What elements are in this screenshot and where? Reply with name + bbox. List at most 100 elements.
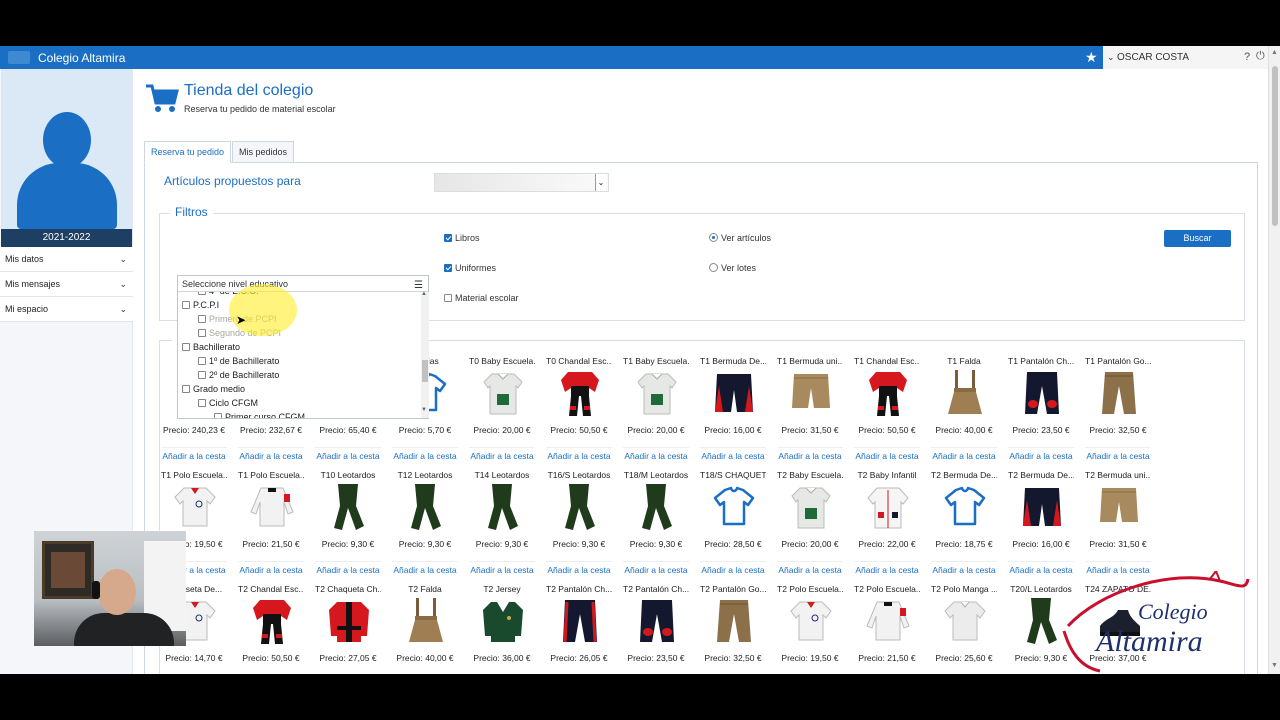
search-button[interactable]: Buscar — [1164, 230, 1231, 247]
tracksuit-icon[interactable] — [865, 368, 911, 418]
baby-smock-icon[interactable] — [480, 368, 526, 418]
scroll-down-icon[interactable]: ▼ — [1271, 662, 1278, 669]
checkbox-icon[interactable] — [198, 329, 206, 337]
tracksuit-icon[interactable] — [249, 596, 295, 646]
product-card[interactable]: T2 Bermuda De... Precio: 18,75 € Añadir a … — [931, 470, 997, 577]
page-scrollbar[interactable]: ▲ ▼ — [1268, 46, 1280, 674]
product-card[interactable]: T2 Pantalón Ch...Precio: 26,05 €Añadir a… — [546, 584, 612, 674]
product-card[interactable]: T2 Chandal Esc...Precio: 50,50 €Añadir a… — [238, 584, 304, 674]
product-card[interactable]: T2 Baby Infantil Precio: 22,00 € Añadir a … — [854, 470, 920, 577]
add-to-cart-link[interactable]: Añadir a la cesta — [315, 561, 381, 575]
user-menu[interactable]: ⌄ OSCAR COSTA ? ⏻ — [1103, 46, 1268, 69]
add-to-cart-link[interactable]: Añadir a la cesta — [238, 447, 304, 461]
khaki-shorts-icon[interactable] — [1096, 482, 1142, 532]
filter-uniformes[interactable]: Uniformes — [444, 263, 496, 273]
add-to-cart-link[interactable]: Añadir a la cesta — [931, 447, 997, 461]
add-to-cart-link[interactable]: Añadir a la cesta — [931, 561, 997, 575]
dropdown-scroll-thumb[interactable] — [422, 360, 428, 382]
product-card[interactable]: T2 Bermuda uni... Precio: 31,50 € Añadir a… — [1085, 470, 1151, 577]
radio-icon[interactable] — [709, 263, 718, 272]
khaki-pants-icon[interactable] — [711, 596, 757, 646]
level-option[interactable]: 2º de Bachillerato — [198, 370, 279, 380]
tights-icon[interactable] — [1019, 596, 1065, 646]
sport-pants-red-icon[interactable] — [557, 596, 603, 646]
level-option[interactable]: Primer curso CFGM — [214, 412, 305, 418]
jacket-icon[interactable] — [326, 596, 372, 646]
favorite-star-icon[interactable]: ★ — [1085, 49, 1098, 66]
polo-plain-icon[interactable] — [942, 596, 988, 646]
add-to-cart-link[interactable]: Añadir a la cesta — [700, 561, 766, 575]
product-card[interactable]: T1 Pantalón Ch... Precio: 23,50 € Añadir a… — [1008, 356, 1074, 463]
polo-long-icon[interactable] — [865, 596, 911, 646]
tights-icon[interactable] — [326, 482, 372, 532]
filter-material-escolar[interactable]: Material escolar — [444, 293, 519, 303]
add-to-cart-link[interactable]: Añadir a la cesta — [469, 447, 535, 461]
add-to-cart-link[interactable]: Añadir a la cesta — [623, 447, 689, 461]
checkbox-icon[interactable] — [444, 294, 452, 302]
khaki-shorts-icon[interactable] — [788, 368, 834, 418]
product-card[interactable]: T2 Pantalón Go...Precio: 32,50 €Añadir a… — [700, 584, 766, 674]
level-dropdown-header[interactable]: Seleccione nivel educativo ☰ — [178, 276, 428, 292]
sport-shorts-icon[interactable] — [711, 368, 757, 418]
student-select[interactable]: ⌄ — [434, 173, 609, 192]
add-to-cart-link[interactable]: Añadir a la cesta — [623, 561, 689, 575]
add-to-cart-link[interactable]: Añadir a la cesta — [1085, 447, 1151, 461]
add-to-cart-link[interactable]: Añadir a la cesta — [777, 447, 843, 461]
tights-icon[interactable] — [557, 482, 603, 532]
product-card[interactable]: T2 Chaqueta Ch...Precio: 27,05 €Añadir a… — [315, 584, 381, 674]
radio-ver-lotes[interactable]: Ver lotes — [709, 263, 756, 273]
checkbox-icon[interactable] — [198, 292, 206, 295]
khaki-pants-icon[interactable] — [1096, 368, 1142, 418]
tights-icon[interactable] — [480, 482, 526, 532]
checkbox-icon[interactable] — [198, 399, 206, 407]
baby-smock-icon[interactable] — [634, 368, 680, 418]
add-to-cart-link[interactable]: Añadir a la cesta — [315, 447, 381, 461]
level-option[interactable]: Grado medio — [182, 384, 245, 394]
pinafore-icon[interactable] — [942, 368, 988, 418]
sport-pants-icon[interactable] — [1019, 368, 1065, 418]
product-card[interactable]: T0 Chandal Esc... Precio: 50,50 € Añadir a… — [546, 356, 612, 463]
checkbox-icon[interactable] — [182, 343, 190, 351]
sidebar-item-mis-mensajes[interactable]: Mis mensajes ⌄ — [0, 272, 133, 297]
product-card[interactable]: T1 Bermuda uni... Precio: 31,50 € Añadir a… — [777, 356, 843, 463]
sport-pants-icon[interactable] — [634, 596, 680, 646]
tshirt-outline-icon[interactable] — [711, 482, 757, 532]
checkbox-icon[interactable] — [182, 385, 190, 393]
tights-icon[interactable] — [634, 482, 680, 532]
checkbox-icon[interactable] — [214, 413, 222, 418]
add-to-cart-link[interactable]: Añadir a la cesta — [546, 561, 612, 575]
add-to-cart-link[interactable]: Añadir a la cesta — [854, 447, 920, 461]
tshirt-outline-icon[interactable] — [942, 482, 988, 532]
add-to-cart-link[interactable]: Añadir a la cesta — [392, 447, 458, 461]
polo-white-icon[interactable] — [788, 596, 834, 646]
help-icon[interactable]: ? — [1244, 51, 1250, 63]
level-option[interactable]: 1º de Bachillerato — [198, 356, 279, 366]
sidebar-item-mis-datos[interactable]: Mis datos ⌄ — [0, 247, 133, 272]
add-to-cart-link[interactable]: Añadir a la cesta — [161, 447, 227, 461]
checkbox-icon[interactable] — [198, 371, 206, 379]
product-card[interactable]: T2 JerseyPrecio: 36,00 €Añadir a la cest… — [469, 584, 535, 674]
infant-smock-icon[interactable] — [865, 482, 911, 532]
radio-selected-icon[interactable] — [709, 233, 718, 242]
product-card[interactable]: T1 Falda Precio: 40,00 € Añadir a la cesta — [931, 356, 997, 463]
product-card[interactable]: T1 Pantalón Go... Precio: 32,50 € Añadir a… — [1085, 356, 1151, 463]
product-card[interactable]: T2 Polo Manga ...Precio: 25,60 €Añadir a… — [931, 584, 997, 674]
product-card[interactable]: T1 Chandal Esc... Precio: 50,50 € Añadir a… — [854, 356, 920, 463]
tab-mis-pedidos[interactable]: Mis pedidos — [232, 141, 295, 163]
logout-icon[interactable]: ⏻ — [1256, 50, 1265, 63]
sidebar-item-mi-espacio[interactable]: Mi espacio ⌄ — [0, 297, 133, 322]
tab-reserva-tu-pedido[interactable]: Reserva tu pedido — [144, 141, 232, 163]
level-dropdown[interactable]: Seleccione nivel educativo ☰ 4º de E.S.O… — [177, 275, 429, 419]
product-card[interactable]: T1 Baby Escuela... Precio: 20,00 € Añadir … — [623, 356, 689, 463]
add-to-cart-link[interactable]: Añadir a la cesta — [469, 561, 535, 575]
baby-smock-icon[interactable] — [788, 482, 834, 532]
checkbox-icon[interactable] — [182, 301, 190, 309]
product-card[interactable]: T2 Polo Escuela...Precio: 21,50 €Añadir … — [854, 584, 920, 674]
level-option[interactable]: Ciclo CFGM — [198, 398, 258, 408]
product-card[interactable]: T18/S CHAQUET... Precio: 28,50 € Añadir a … — [700, 470, 766, 577]
add-to-cart-link[interactable]: Añadir a la cesta — [777, 561, 843, 575]
add-to-cart-link[interactable]: Añadir a la cesta — [392, 561, 458, 575]
product-card[interactable]: T1 Polo Escuela... Precio: 21,50 € Añadir … — [238, 470, 304, 577]
scrollbar-thumb[interactable] — [1272, 66, 1278, 226]
level-option[interactable]: P.C.P.I — [182, 300, 219, 310]
